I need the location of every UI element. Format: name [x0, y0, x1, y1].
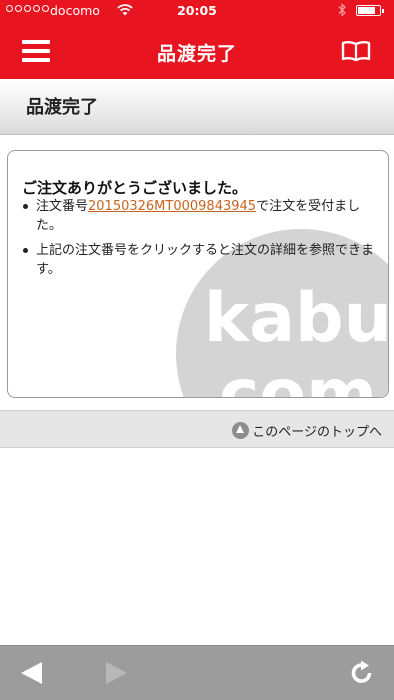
forward-arrow-icon[interactable] — [102, 660, 130, 686]
nav-title: 品渡完了 — [156, 43, 237, 65]
page-top-link[interactable]: このページのトップへ — [232, 421, 382, 440]
app-header: docomo 20:05 品渡完了 — [0, 0, 394, 79]
thank-you-heading: ご注文ありがとうございました。 — [22, 179, 248, 197]
hamburger-menu-icon[interactable] — [22, 40, 50, 62]
page-title: 品渡完了 — [26, 97, 98, 118]
status-time: 20:05 — [177, 3, 217, 18]
logo-text-top: kabu — [204, 279, 389, 358]
bluetooth-icon — [338, 3, 346, 17]
order-number-link[interactable]: 20150326MT0009843945 — [88, 199, 256, 214]
page-header: 品渡完了 — [0, 79, 394, 135]
list-item-order-number: 注文番号20150326MT0009843945で注文を受付ました。 — [22, 197, 382, 235]
list-item-detail-note: 上記の注文番号をクリックすると注文の詳細を参照できます。 — [22, 241, 382, 279]
page-top-label: このページのトップへ — [252, 425, 382, 440]
message-box: kabu com ご注文ありがとうございました。 注文番号20150326MT0… — [7, 150, 389, 398]
reload-icon[interactable] — [348, 660, 376, 686]
order-number-prefix: 注文番号 — [36, 199, 89, 214]
page-top-bar: このページのトップへ — [0, 410, 394, 448]
book-icon[interactable] — [340, 40, 372, 62]
logo-text-bottom: com — [219, 355, 377, 398]
message-list: 注文番号20150326MT0009843945で注文を受付ました。 上記の注文… — [22, 197, 382, 285]
battery-level — [358, 7, 375, 14]
back-arrow-icon[interactable] — [18, 660, 46, 686]
browser-toolbar — [0, 645, 394, 700]
up-arrow-icon — [232, 422, 250, 439]
navigation-bar: 品渡完了 — [0, 22, 394, 79]
battery-icon — [356, 5, 384, 16]
status-bar: docomo 20:05 — [0, 0, 394, 22]
detail-note-text: 上記の注文番号をクリックすると注文の詳細を参照できます。 — [36, 243, 375, 277]
